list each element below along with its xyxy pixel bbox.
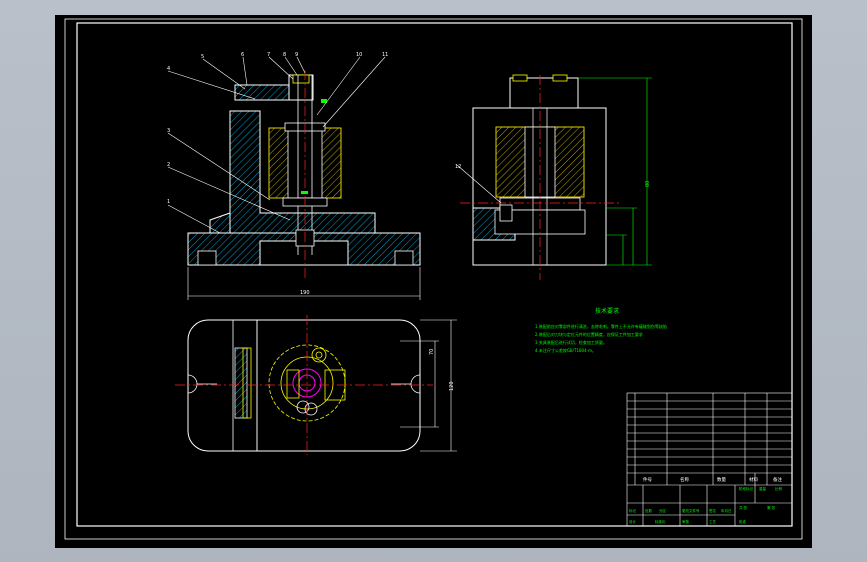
balloon: 3 xyxy=(167,128,170,134)
parts-header: 备注 xyxy=(773,476,782,483)
top-dim-a: 70 xyxy=(429,349,435,355)
technical-requirements: 技术要求 1.装配前应对零部件进行清洗，去除毛刺。零件上不允许有磕碰划伤等缺陷 … xyxy=(535,307,667,353)
side-view: 1 2 3 4 5 6 7 8 9 10 11 190 xyxy=(167,52,421,300)
outer-frame xyxy=(64,18,803,540)
tb-label: 分区 xyxy=(659,508,667,513)
parts-header: 材料 xyxy=(749,476,758,483)
width-dim-text: 190 xyxy=(300,290,310,296)
balloon: 12 xyxy=(455,164,461,170)
parts-header: 名称 xyxy=(680,476,689,483)
balloon: 8 xyxy=(283,52,286,58)
top-base-outline xyxy=(187,319,421,452)
assembly-drawing: 1 2 3 4 5 6 7 8 9 10 11 190 12 80 70 120… xyxy=(64,18,803,540)
tb-label: 年月日 xyxy=(721,508,732,513)
tb-label: 标准化 xyxy=(655,519,666,524)
tb-label: 共 张 xyxy=(739,505,748,510)
inner-frame xyxy=(76,22,793,527)
cad-viewport[interactable]: 1 2 3 4 5 6 7 8 9 10 11 190 12 80 70 120… xyxy=(0,0,867,562)
balloon: 11 xyxy=(382,52,388,58)
tech-req-line: 3.夹具装配后进行试切，检查加工质量。 xyxy=(535,339,607,345)
balloon: 9 xyxy=(295,52,298,58)
top-view: 70 120 xyxy=(175,315,457,455)
title-block-labels: 标记 处数 分区 更改文件号 签名 年月日 设计 标准化 审核 工艺 批准 阶段… xyxy=(629,486,783,524)
balloon: 10 xyxy=(356,52,362,58)
height-dim-text: 80 xyxy=(645,181,651,187)
tech-req-line: 4.未注尺寸公差按GB/T1804-m。 xyxy=(535,347,596,353)
balloon: 6 xyxy=(241,52,244,58)
tb-label: 第 张 xyxy=(767,505,776,510)
tb-label: 审核 xyxy=(682,519,690,524)
top-dim-b: 120 xyxy=(449,381,455,391)
drawing-sheet: 1 2 3 4 5 6 7 8 9 10 11 190 12 80 70 120… xyxy=(55,15,812,548)
parts-header: 数量 xyxy=(717,476,726,483)
tb-label: 标记 xyxy=(629,508,637,513)
tb-label: 签名 xyxy=(709,508,716,513)
tech-req-title: 技术要求 xyxy=(595,307,619,315)
tech-req-line: 2.装配后对刀块与定位元件的位置精度，应保证工件加工要求 xyxy=(535,331,643,337)
balloon: 1 xyxy=(167,199,170,205)
parts-header: 件号 xyxy=(643,476,652,483)
tb-label: 处数 xyxy=(645,508,653,513)
balloon: 7 xyxy=(267,52,270,58)
tb-label: 更改文件号 xyxy=(682,508,700,513)
tb-label: 设计 xyxy=(629,519,637,524)
tb-label: 比例 xyxy=(775,486,783,491)
tb-label: 重量 xyxy=(759,486,767,491)
balloon: 2 xyxy=(167,162,170,168)
balloon: 4 xyxy=(167,66,170,72)
tb-label: 阶段标记 xyxy=(739,486,753,491)
tb-label: 工艺 xyxy=(709,519,717,524)
front-view: 12 80 xyxy=(455,74,652,280)
tech-req-line: 1.装配前应对零部件进行清洗，去除毛刺。零件上不允许有磕碰划伤等缺陷 xyxy=(535,323,667,329)
tb-label: 批准 xyxy=(739,519,747,524)
balloon: 5 xyxy=(201,54,204,60)
